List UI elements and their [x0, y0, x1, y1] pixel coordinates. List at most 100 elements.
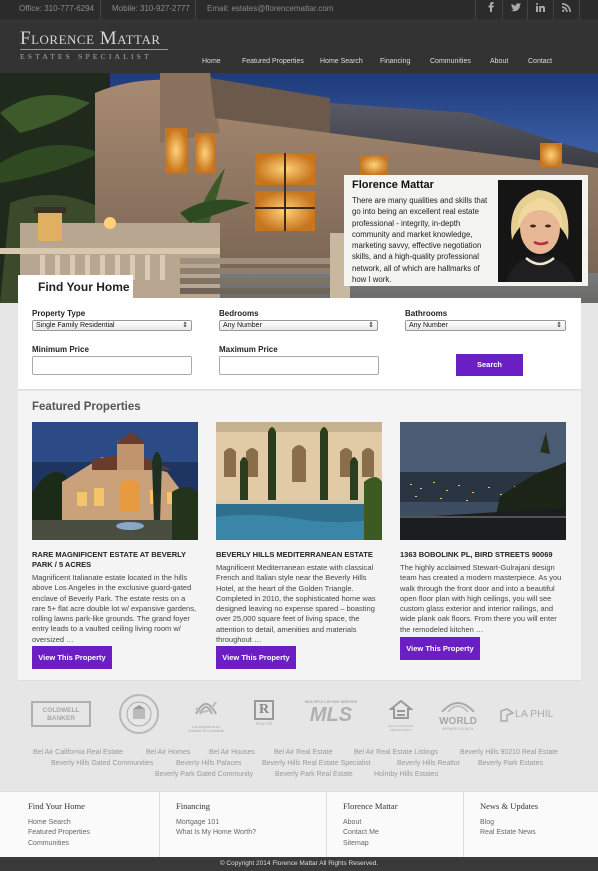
divider: [100, 0, 101, 19]
nav-home-search[interactable]: Home Search: [320, 58, 363, 65]
site-tagline: ESTATES SPECIALIST: [20, 52, 152, 61]
bathrooms-label: Bathrooms: [405, 309, 448, 318]
twitter-icon[interactable]: [503, 0, 528, 19]
property-type-select[interactable]: Single Family Residential ⇕: [32, 320, 192, 331]
footer-link[interactable]: Real Estate News: [480, 829, 536, 836]
property-description: Magnificent Mediterranean estate with cl…: [216, 563, 376, 645]
footer-link[interactable]: Home Search: [28, 819, 71, 826]
seo-link[interactable]: Holmby Hills Estates: [374, 771, 438, 778]
seo-link[interactable]: Bel Air California Real Estate: [33, 749, 123, 756]
divider: [579, 0, 580, 19]
bathrooms-value: Any Number: [409, 322, 448, 329]
property-description: The highly acclaimed Stewart-Gulrajani d…: [400, 563, 562, 634]
minimum-price-label: Minimum Price: [32, 345, 89, 354]
footer-link[interactable]: Sitemap: [343, 840, 369, 847]
nav-featured-properties[interactable]: Featured Properties: [242, 58, 304, 65]
divider: [195, 0, 196, 19]
chevron-updown-icon: ⇕: [556, 322, 562, 329]
property-title[interactable]: 1363 BOBOLINK PL, BIRD STREETS 90069: [400, 550, 566, 560]
footer-link[interactable]: Mortgage 101: [176, 819, 219, 826]
footer-column: Find Your Home Home Search Featured Prop…: [14, 792, 160, 858]
seo-link[interactable]: Beverly Hills Gated Communities: [51, 760, 153, 767]
search-panel: [18, 298, 581, 390]
property-image[interactable]: [400, 422, 566, 540]
linkedin-icon[interactable]: [528, 0, 553, 19]
footer-link[interactable]: About: [343, 819, 361, 826]
property-title[interactable]: RARE MAGNIFICENT ESTATE AT BEVERLY PARK …: [32, 550, 198, 570]
la-phil-logo[interactable]: LA PHIL: [500, 708, 570, 726]
top-bar: Office: 310-777-6294 Mobile: 310-927-277…: [0, 0, 598, 19]
find-your-home-tab: Find Your Home: [18, 275, 133, 300]
minimum-price-input[interactable]: [32, 356, 192, 375]
world-affairs-council-logo[interactable]: WORLD AFFAIRS COUNCIL: [436, 698, 480, 732]
property-image[interactable]: [32, 422, 198, 540]
coldwell-banker-logo[interactable]: COLDWELL BANKER: [31, 701, 91, 727]
footer-column-title: Florence Mattar: [343, 801, 398, 811]
seo-link[interactable]: Bel Air Real Estate Listings: [354, 749, 438, 756]
property-description: Magnificent Italianate estate located in…: [32, 573, 197, 644]
equal-housing-logo[interactable]: EQUAL HOUSING OPPORTUNITY: [386, 699, 416, 731]
bedrooms-select[interactable]: Any Number ⇕: [219, 320, 378, 331]
property-title[interactable]: BEVERLY HILLS MEDITERRANEAN ESTATE: [216, 550, 382, 560]
property-image[interactable]: [216, 422, 382, 540]
footer-link[interactable]: Communities: [28, 840, 69, 847]
email-link[interactable]: Email: estates@florencemattar.com: [207, 4, 333, 13]
world-sub-text: AFFAIRS COUNCIL: [442, 727, 474, 731]
facebook-icon[interactable]: [478, 0, 503, 19]
bedrooms-label: Bedrooms: [219, 309, 259, 318]
seo-link[interactable]: Beverly Park Estates: [478, 760, 543, 767]
agent-portrait: [498, 180, 582, 282]
seo-link[interactable]: Beverly Hills Palaces: [176, 760, 241, 767]
mobile-phone[interactable]: Mobile: 310-927-2777: [112, 4, 190, 13]
nav-about[interactable]: About: [490, 58, 508, 65]
rss-icon[interactable]: [554, 0, 579, 19]
view-property-button[interactable]: View This Property: [400, 637, 480, 660]
seo-link[interactable]: Bel Air Homes: [146, 749, 190, 756]
seo-link[interactable]: Bel Air Houses: [209, 749, 255, 756]
bedrooms-value: Any Number: [223, 322, 262, 329]
footer-link[interactable]: Blog: [480, 819, 494, 826]
realtor-label: REALTOR: [255, 722, 273, 726]
agent-bio-text: There are many qualities and skills that…: [352, 196, 488, 285]
divider: [475, 0, 476, 19]
footer-column: Financing Mortgage 101 What Is My Home W…: [160, 792, 327, 858]
footer-link[interactable]: Featured Properties: [28, 829, 90, 836]
footer-column-title: Find Your Home: [28, 801, 85, 811]
logo-rule: [20, 49, 168, 50]
maximum-price-label: Maximum Price: [219, 345, 278, 354]
agent-name: Florence Mattar: [352, 179, 434, 191]
seo-link[interactable]: Bel Air Real Estate: [274, 749, 332, 756]
seo-link[interactable]: Beverly Hills Realtor: [397, 760, 460, 767]
seo-link[interactable]: Beverly Hills 90210 Real Estate: [460, 749, 558, 756]
footer-link[interactable]: Contact Me: [343, 829, 379, 836]
chevron-updown-icon: ⇕: [182, 322, 188, 329]
seo-link[interactable]: Beverly Park Real Estate: [275, 771, 353, 778]
site-logo[interactable]: Florence Mattar: [20, 28, 161, 50]
chamber-of-commerce-logo[interactable]: Los Angeles Area Chamber of Commerce: [186, 694, 226, 734]
mls-logo[interactable]: MULTIPLE LISTING SERVICE MLS: [300, 700, 362, 730]
nav-home[interactable]: Home: [202, 58, 221, 65]
realtor-logo[interactable]: R REALTOR: [252, 700, 276, 730]
realtor-r-icon: R: [254, 700, 274, 720]
property-type-value: Single Family Residential: [36, 322, 115, 329]
site-footer: Find Your Home Home Search Featured Prop…: [0, 791, 598, 858]
office-phone[interactable]: Office: 310-777-6294: [19, 4, 94, 13]
nav-contact[interactable]: Contact: [528, 58, 552, 65]
view-property-button[interactable]: View This Property: [216, 646, 296, 669]
footer-link[interactable]: What Is My Home Worth?: [176, 829, 256, 836]
seo-link[interactable]: Beverly Park Gated Community: [155, 771, 253, 778]
site-header: Florence Mattar ESTATES SPECIALIST Home …: [0, 19, 598, 73]
footer-column: News & Updates Blog Real Estate News: [464, 792, 584, 858]
bathrooms-select[interactable]: Any Number ⇕: [405, 320, 566, 331]
view-property-button[interactable]: View This Property: [32, 646, 112, 669]
seal-logo[interactable]: [119, 694, 159, 734]
nav-financing[interactable]: Financing: [380, 58, 410, 65]
property-type-label: Property Type: [32, 309, 86, 318]
seo-link[interactable]: Beverly Hills Real Estate Specialist: [262, 760, 371, 767]
search-button[interactable]: Search: [456, 354, 523, 376]
world-text: WORLD: [439, 716, 477, 727]
maximum-price-input[interactable]: [219, 356, 379, 375]
partner-logos: COLDWELL BANKER Los Angeles Area Chamber…: [0, 690, 598, 740]
mls-text: MLS: [309, 704, 353, 726]
nav-communities[interactable]: Communities: [430, 58, 471, 65]
